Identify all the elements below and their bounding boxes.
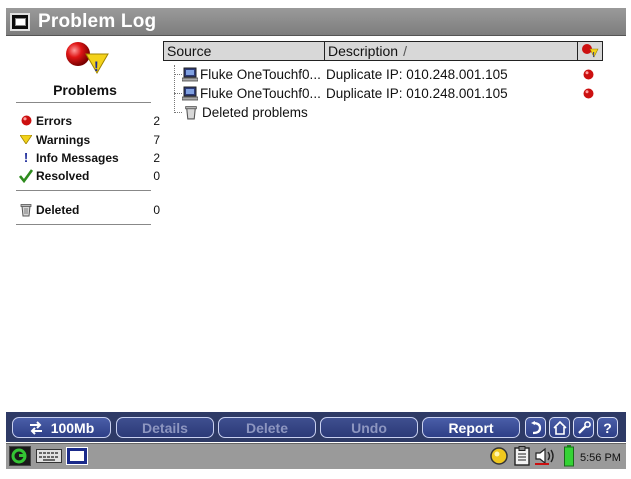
svg-text:!: ! [593, 52, 595, 59]
row-source: Fluke OneTouchf0... [200, 86, 321, 101]
divider [16, 190, 151, 191]
green-check-icon [18, 168, 34, 183]
sort-indicator: / [403, 43, 407, 59]
divider [16, 224, 151, 225]
trash-icon [18, 203, 34, 217]
clipboard-icon[interactable] [513, 446, 531, 466]
speaker-icon[interactable] [534, 446, 558, 466]
category-count: 0 [153, 202, 160, 217]
delete-button[interactable]: Delete [218, 417, 316, 438]
category-count: 0 [153, 168, 160, 183]
home-button[interactable] [549, 417, 570, 438]
category-count: 2 [153, 113, 160, 128]
red-ball-icon [18, 115, 34, 126]
column-header-source[interactable]: Source [163, 41, 324, 61]
problems-logo-icon: ! [66, 42, 109, 74]
category-count: 2 [153, 150, 160, 165]
category-label: Deleted [36, 202, 80, 217]
column-header-description[interactable]: Description / [324, 41, 577, 61]
keyboard-icon[interactable] [36, 448, 62, 464]
column-header-severity[interactable]: ! [577, 41, 603, 61]
divider [16, 102, 151, 103]
category-label: Warnings [36, 132, 91, 147]
table-header: Source Description / ! [163, 41, 603, 61]
link-speed-button[interactable]: 100Mb [12, 417, 111, 438]
svg-text:!: ! [94, 58, 99, 74]
severity-column-icon: ! [582, 44, 599, 59]
swap-arrows-icon [29, 420, 43, 435]
title-bar: Problem Log [6, 8, 626, 36]
deleted-problems-label: Deleted problems [202, 105, 308, 120]
computer-icon [182, 67, 198, 82]
problem-log-task-icon[interactable] [66, 447, 88, 465]
battery-icon [563, 445, 574, 467]
problem-table: Source Description / ! Fluke OneTouchf0.… [163, 41, 603, 411]
category-label: Errors [36, 113, 73, 128]
category-warnings[interactable]: Warnings 7 [18, 131, 162, 148]
column-header-description-label: Description [328, 43, 399, 59]
report-button[interactable]: Report [422, 417, 520, 438]
taskbar [6, 443, 626, 469]
problems-heading: Problems [53, 82, 117, 98]
window-icon[interactable] [10, 12, 30, 31]
app-window: Problem Log ! Problems Errors 2 Warnings… [0, 0, 631, 479]
clock: 5:56 PM [580, 452, 621, 464]
link-speed-label: 100Mb [50, 419, 95, 436]
back-button[interactable] [525, 417, 546, 438]
row-description: Duplicate IP: 010.248.001.105 [326, 67, 508, 82]
window-title: Problem Log [38, 10, 157, 32]
wrench-icon [577, 420, 591, 434]
category-label: Resolved [36, 168, 90, 183]
undo-button[interactable]: Undo [320, 417, 418, 438]
back-arrow-icon [530, 420, 541, 434]
table-row[interactable]: Fluke OneTouchf0... Duplicate IP: 010.24… [163, 84, 603, 103]
home-icon [552, 420, 567, 435]
deleted-problems-node[interactable]: Deleted problems [163, 103, 603, 122]
row-source: Fluke OneTouchf0... [200, 67, 321, 82]
table-row[interactable]: Fluke OneTouchf0... Duplicate IP: 010.24… [163, 65, 603, 84]
category-errors[interactable]: Errors 2 [18, 112, 162, 129]
lightbulb-icon[interactable] [488, 446, 510, 466]
category-label: Info Messages [36, 150, 119, 165]
trash-icon [185, 106, 197, 120]
computer-icon [182, 86, 198, 101]
start-button[interactable] [9, 446, 31, 466]
category-resolved[interactable]: Resolved 0 [18, 167, 162, 184]
problems-summary-panel: ! Problems Errors 2 Warnings 7 ! Info Me… [6, 38, 164, 410]
tools-button[interactable] [573, 417, 594, 438]
category-deleted[interactable]: Deleted 0 [18, 201, 162, 218]
yellow-triangle-icon [18, 135, 34, 144]
details-button[interactable]: Details [116, 417, 214, 438]
row-description: Duplicate IP: 010.248.001.105 [326, 86, 508, 101]
error-severity-icon [583, 69, 594, 80]
help-button[interactable]: ? [597, 417, 618, 438]
onetouch-logo-icon [11, 448, 27, 464]
category-count: 7 [153, 132, 160, 147]
exclamation-icon: ! [23, 150, 29, 165]
category-info-messages[interactable]: ! Info Messages 2 [18, 149, 162, 166]
error-severity-icon [583, 88, 594, 99]
